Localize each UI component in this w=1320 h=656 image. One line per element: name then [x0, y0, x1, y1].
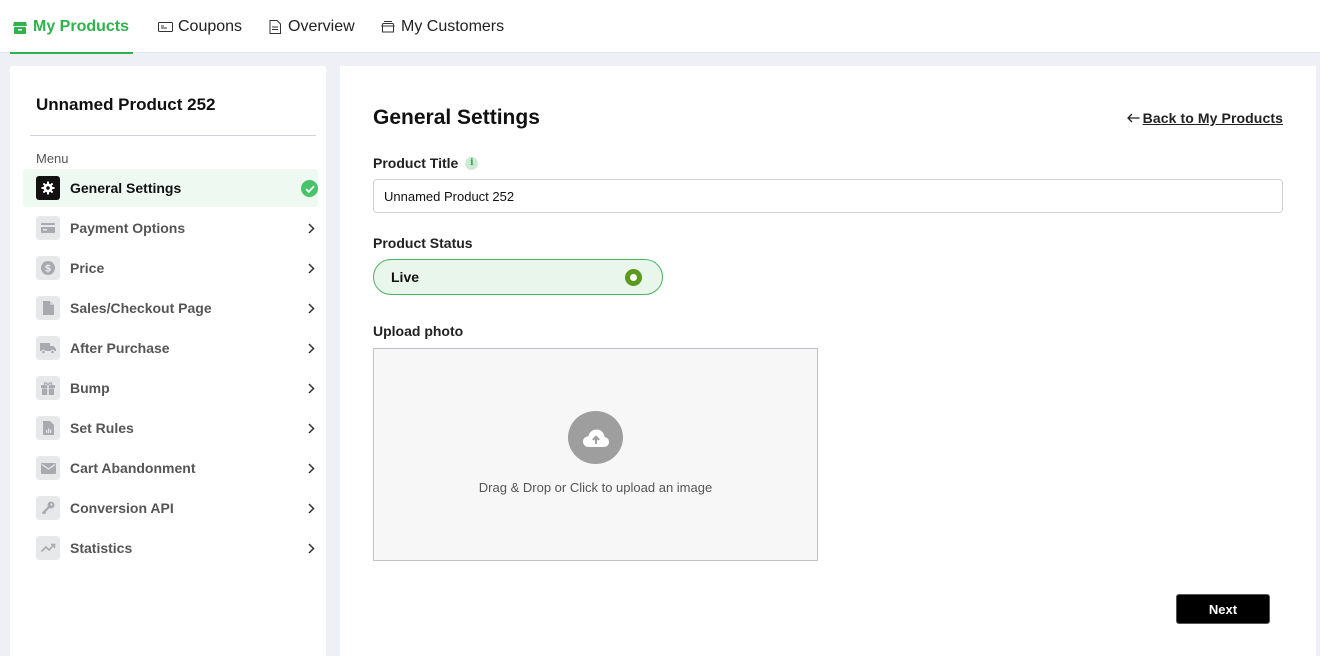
check-icon: [301, 180, 318, 197]
back-to-products-link[interactable]: Back to My Products: [1126, 110, 1283, 126]
chevron-right-icon: [304, 341, 318, 355]
customers-icon: [380, 19, 396, 35]
credit-card-icon: [36, 216, 60, 240]
info-icon[interactable]: i: [465, 156, 479, 170]
ticket-icon: [157, 19, 173, 35]
product-title-label-text: Product Title: [373, 155, 459, 171]
chevron-right-icon: [304, 261, 318, 275]
sidebar: Unnamed Product 252 Menu General Setting…: [10, 66, 326, 656]
sidebar-item-set-rules[interactable]: Set Rules: [23, 409, 318, 447]
top-nav: My Products Coupons Overview My Customer…: [0, 0, 1320, 54]
product-status-option-live[interactable]: Live: [373, 259, 663, 295]
document-icon: [267, 19, 283, 35]
arrow-left-icon: [1126, 113, 1140, 123]
back-link-label: Back to My Products: [1142, 110, 1283, 126]
upload-instructions: Drag & Drop or Click to upload an image: [478, 480, 713, 495]
sidebar-item-bump[interactable]: Bump: [23, 369, 318, 407]
chevron-right-icon: [304, 501, 318, 515]
mail-icon: [36, 456, 60, 480]
sidebar-item-conversion-api[interactable]: Conversion API: [23, 489, 318, 527]
gift-icon: [36, 376, 60, 400]
cloud-upload-icon: [568, 411, 623, 464]
status-label: Live: [391, 269, 420, 285]
sidebar-item-label: Price: [70, 260, 105, 276]
sidebar-item-statistics[interactable]: Statistics: [23, 529, 318, 567]
tab-my-products[interactable]: My Products: [10, 0, 133, 54]
page-icon: [36, 296, 60, 320]
report-icon: [36, 416, 60, 440]
next-button[interactable]: Next: [1176, 594, 1270, 624]
sidebar-item-label: Payment Options: [70, 220, 186, 236]
sidebar-item-label: General Settings: [70, 180, 182, 196]
tab-overview[interactable]: Overview: [267, 0, 355, 53]
product-name: Unnamed Product 252: [36, 95, 216, 114]
divider: [30, 135, 316, 136]
sidebar-item-label: Set Rules: [70, 420, 134, 436]
trending-icon: [36, 536, 60, 560]
sidebar-item-label: After Purchase: [70, 340, 170, 356]
sidebar-item-cart-abandonment[interactable]: Cart Abandonment: [23, 449, 318, 487]
sidebar-item-label: Bump: [70, 380, 110, 396]
tab-label: Overview: [288, 17, 355, 35]
tab-label: Coupons: [178, 17, 243, 35]
truck-icon: [36, 336, 60, 360]
sidebar-item-payment-options[interactable]: Payment Options: [23, 209, 318, 247]
sidebar-item-price[interactable]: $ Price: [23, 249, 318, 287]
dollar-icon: $: [36, 256, 60, 280]
radio-selected-icon: [625, 269, 642, 286]
menu-label: Menu: [36, 151, 69, 166]
sidebar-item-general-settings[interactable]: General Settings: [23, 169, 318, 207]
tab-my-customers[interactable]: My Customers: [380, 0, 504, 53]
main-panel: General Settings Back to My Products Pro…: [340, 66, 1316, 656]
product-status-label: Product Status: [373, 235, 473, 251]
sidebar-item-after-purchase[interactable]: After Purchase: [23, 329, 318, 367]
chevron-right-icon: [304, 301, 318, 315]
upload-photo-label: Upload photo: [373, 323, 464, 339]
svg-text:$: $: [45, 264, 52, 275]
sidebar-item-label: Sales/Checkout Page: [70, 300, 212, 316]
tab-label: My Customers: [401, 17, 505, 35]
chevron-right-icon: [304, 381, 318, 395]
chevron-right-icon: [304, 421, 318, 435]
gear-icon: [36, 176, 60, 200]
tab-coupons[interactable]: Coupons: [157, 0, 242, 53]
upload-dropzone[interactable]: Drag & Drop or Click to upload an image: [373, 348, 818, 561]
page-title: General Settings: [373, 106, 540, 129]
chevron-right-icon: [304, 221, 318, 235]
key-icon: [36, 496, 60, 520]
product-title-input[interactable]: [373, 179, 1283, 213]
product-title-label: Product Title i: [373, 155, 479, 171]
sidebar-item-sales-checkout-page[interactable]: Sales/Checkout Page: [23, 289, 318, 327]
chevron-right-icon: [304, 461, 318, 475]
sidebar-item-label: Conversion API: [70, 500, 174, 516]
tab-label: My Products: [33, 17, 130, 35]
sidebar-item-label: Cart Abandonment: [70, 460, 196, 476]
sidebar-item-label: Statistics: [70, 540, 133, 556]
store-icon: [12, 19, 28, 35]
chevron-right-icon: [304, 541, 318, 555]
